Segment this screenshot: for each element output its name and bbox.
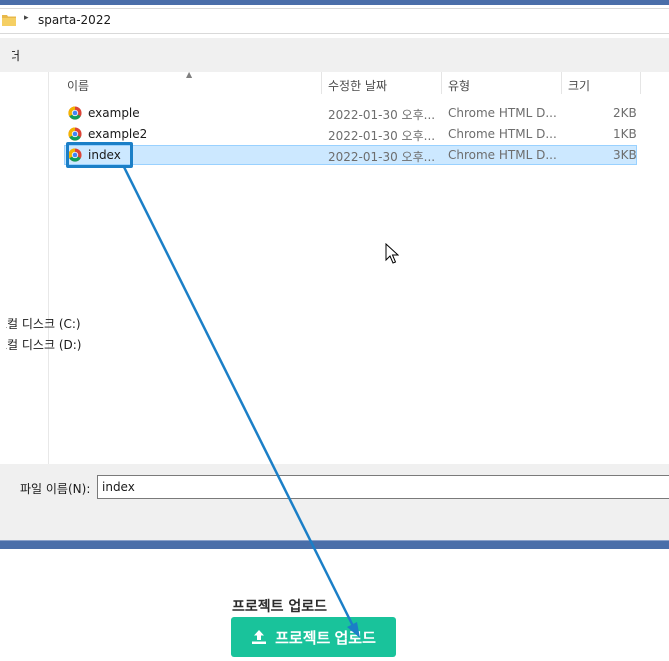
annotation-arrow (122, 166, 360, 638)
